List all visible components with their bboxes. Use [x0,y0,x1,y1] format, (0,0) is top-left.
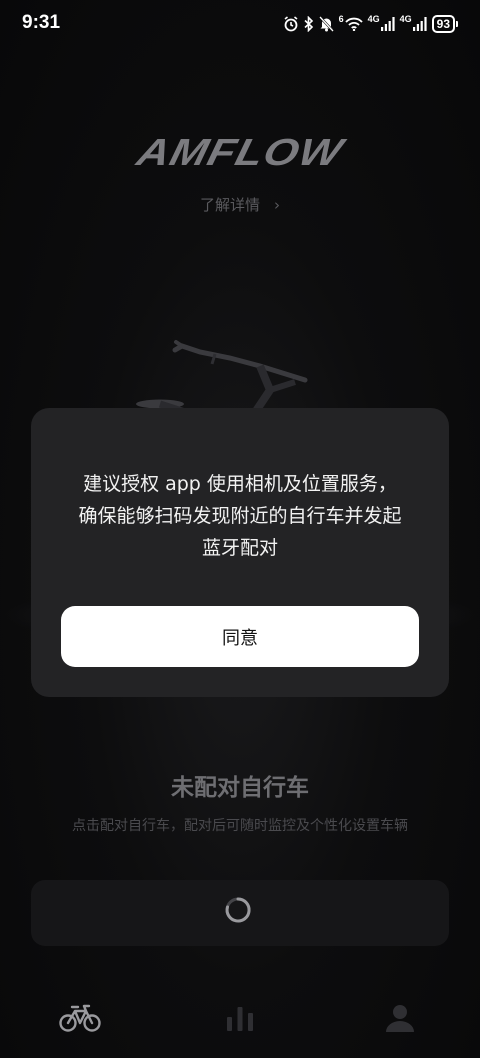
brand-logo-text: AMFLOW [132,131,348,174]
wifi-icon: 6 [338,14,363,31]
network-label-2: 4G [399,14,412,24]
bike-image [136,340,308,420]
profile-icon [386,1005,414,1032]
status-bar: 9:31 6 4G 4G 93 [0,0,480,48]
stats-icon [227,1007,253,1031]
wifi-label: 6 [338,14,344,24]
nav-tab-bike[interactable] [50,998,110,1038]
signal-icon-2: 4G [399,14,427,31]
dialog-message: 建议授权 app 使用相机及位置服务， 确保能够扫码发现附近的自行车并发起 蓝牙… [78,473,402,559]
nav-tab-profile[interactable] [370,998,430,1038]
learn-more-link[interactable]: 了解详情 › [0,194,480,215]
battery-level: 93 [431,15,455,33]
pair-bike-card[interactable] [31,880,449,946]
agree-button[interactable]: 同意 [61,606,419,667]
app-screen: 9:31 6 4G 4G 93 AMFLOW 了解详情 › 建议授权 app 使… [0,0,480,1058]
unpaired-description: 点击配对自行车，配对后可随时监控及个性化设置车辆 [72,818,408,834]
nav-tab-stats[interactable] [210,998,270,1038]
unpaired-title: 未配对自行车 [171,775,309,801]
permission-dialog: 建议授权 app 使用相机及位置服务， 确保能够扫码发现附近的自行车并发起 蓝牙… [31,408,449,697]
loading-spinner-icon [225,897,251,923]
chevron-right-icon: › [274,196,280,214]
status-time: 9:31 [22,12,61,33]
learn-more-label: 了解详情 [199,196,260,214]
network-label-1: 4G [367,14,380,24]
bike-icon [59,1004,101,1032]
bluetooth-icon [304,16,314,32]
signal-icon: 4G [367,14,395,31]
alarm-icon [283,16,299,32]
bottom-nav [0,980,480,1058]
brand-logo: AMFLOW [0,128,480,178]
mute-icon [318,16,334,32]
status-icons: 6 4G 4G 93 [283,13,458,35]
battery-tip [456,21,458,27]
battery-icon: 93 [431,15,458,33]
